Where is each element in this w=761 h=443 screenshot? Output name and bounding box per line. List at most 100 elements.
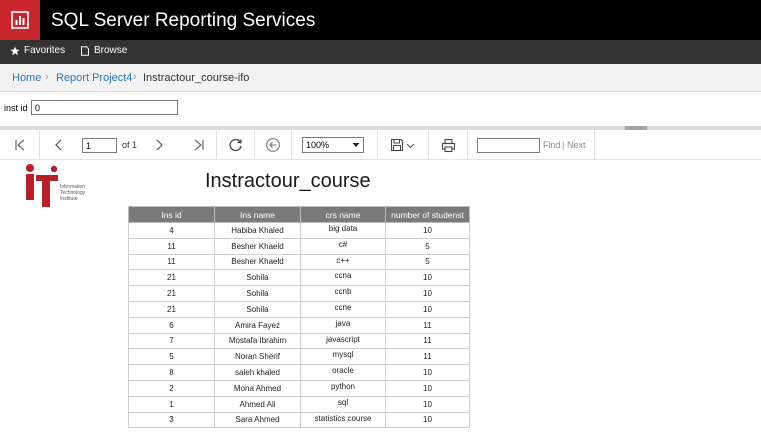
breadcrumb-project[interactable]: Report Project4 <box>56 72 132 84</box>
cell-ins-name: Mostafa Ibrahim <box>214 332 301 350</box>
cell-students: 11 <box>385 316 470 334</box>
cell-students: 10 <box>385 285 470 302</box>
cell-ins-id: 6 <box>128 316 215 334</box>
zoom-select[interactable]: 100% <box>302 137 364 153</box>
app-title: SQL Server Reporting Services <box>51 10 316 31</box>
cell-ins-name: Mona Ahmed <box>214 379 301 397</box>
cell-students: 10 <box>385 379 470 397</box>
browse-button[interactable]: Browse <box>80 45 127 56</box>
cell-students: 10 <box>385 395 470 413</box>
find-link[interactable]: Find <box>543 140 561 150</box>
breadcrumb-chevron-icon: › <box>133 71 137 83</box>
toolbar-divider <box>467 130 468 160</box>
iti-logo <box>26 164 58 207</box>
find-divider: | <box>562 140 565 150</box>
chevron-down-icon <box>406 143 414 148</box>
column-header-crs-name: crs name <box>300 206 386 223</box>
cell-ins-id: 2 <box>128 379 215 397</box>
toolbar-divider <box>291 130 292 160</box>
table-row: 11 Besher Khaeld c# 5 <box>128 237 470 255</box>
page-count: of 1 <box>122 140 138 150</box>
last-page-icon <box>194 139 204 151</box>
cell-ins-name: Habiba Khaled <box>214 222 301 239</box>
cell-ins-name: Besher Khaeld <box>214 253 301 271</box>
cell-crs-name: ccna <box>300 269 386 287</box>
cell-ins-name: Besher Khaeld <box>214 237 301 255</box>
table-row: 21 Sohila ccnb 10 <box>128 285 470 302</box>
cell-ins-id: 4 <box>128 222 215 239</box>
cell-ins-name: Amira Fayez <box>214 316 301 334</box>
cell-students: 11 <box>385 332 470 350</box>
favorites-button[interactable]: Favorites <box>10 45 65 56</box>
cell-students: 10 <box>385 300 470 318</box>
toolbar-divider <box>594 130 595 160</box>
column-header-ins-id: Ins id <box>128 206 215 223</box>
table-row: 2 Mona Ahmed python 10 <box>128 379 470 397</box>
previous-page-button[interactable] <box>50 136 68 154</box>
cell-ins-id: 21 <box>128 285 215 302</box>
last-page-button[interactable] <box>190 136 208 154</box>
cell-students: 10 <box>385 411 470 429</box>
toolbar-divider <box>254 130 255 160</box>
ssrs-logo[interactable] <box>0 0 40 40</box>
logo-line: Institute <box>60 196 78 202</box>
cell-crs-name: mysql <box>300 348 386 366</box>
find-input[interactable] <box>477 138 540 153</box>
column-header-students: number of studenst <box>385 206 470 223</box>
first-page-icon <box>15 139 25 151</box>
report-toolbar: of 1 100% Find | Next <box>0 130 761 160</box>
cell-ins-name: Sara Ahmed <box>214 411 301 429</box>
cell-students: 10 <box>385 269 470 287</box>
cell-crs-name: big data <box>300 222 386 239</box>
cell-ins-id: 7 <box>128 332 215 350</box>
cell-crs-name: ccne <box>300 300 386 318</box>
cell-ins-id: 11 <box>128 237 215 255</box>
cell-crs-name: javascript <box>300 332 386 350</box>
cell-ins-id: 3 <box>128 411 215 429</box>
cell-ins-id: 21 <box>128 269 215 287</box>
toolbar-divider <box>39 130 40 160</box>
cell-crs-name: ccnb <box>300 285 386 302</box>
cell-ins-id: 5 <box>128 348 215 366</box>
table-row: 4 Habiba Khaled big data 10 <box>128 222 470 239</box>
table-row: 7 Mostafa Ibrahim javascript 11 <box>128 332 470 350</box>
column-header-ins-name: Ins name <box>214 206 301 223</box>
star-icon <box>10 46 20 55</box>
printer-icon <box>441 138 455 152</box>
cell-ins-id: 11 <box>128 253 215 271</box>
export-dropdown-button[interactable] <box>404 136 416 154</box>
next-page-button[interactable] <box>150 136 168 154</box>
page-number-input[interactable] <box>82 138 117 153</box>
cell-ins-name: Noran Sherif <box>214 348 301 366</box>
next-link[interactable]: Next <box>567 140 586 150</box>
breadcrumb-home[interactable]: Home <box>12 72 41 84</box>
cell-students: 10 <box>385 222 470 239</box>
back-button[interactable] <box>264 136 282 154</box>
logo-text: Information Technology Institute <box>60 184 100 202</box>
cell-crs-name: c++ <box>300 253 386 271</box>
first-page-button[interactable] <box>11 136 29 154</box>
cell-crs-name: python <box>300 379 386 397</box>
cell-ins-name: Sohila <box>214 300 301 318</box>
cell-ins-name: Sohila <box>214 269 301 287</box>
cell-students: 5 <box>385 253 470 271</box>
toolbar-divider <box>377 130 378 160</box>
toolbar-divider <box>428 130 429 160</box>
cell-ins-name: Sohila <box>214 285 301 302</box>
cell-ins-name: saleh khaled <box>214 364 301 381</box>
cell-crs-name: sql <box>300 395 386 413</box>
app-header: SQL Server Reporting Services <box>0 0 761 40</box>
cell-crs-name: c# <box>300 237 386 255</box>
print-button[interactable] <box>439 136 457 154</box>
cell-students: 10 <box>385 364 470 381</box>
cell-students: 5 <box>385 237 470 255</box>
inst-id-input[interactable] <box>31 100 178 115</box>
cell-ins-id: 8 <box>128 364 215 381</box>
refresh-button[interactable] <box>227 136 245 154</box>
cell-crs-name: oracle <box>300 364 386 381</box>
toolbar-divider <box>216 130 217 160</box>
favorites-label: Favorites <box>24 45 66 56</box>
cell-ins-id: 21 <box>128 300 215 318</box>
breadcrumb-current: Instractour_course-ifo <box>143 72 250 84</box>
nav-bar: Favorites Browse <box>0 40 761 64</box>
